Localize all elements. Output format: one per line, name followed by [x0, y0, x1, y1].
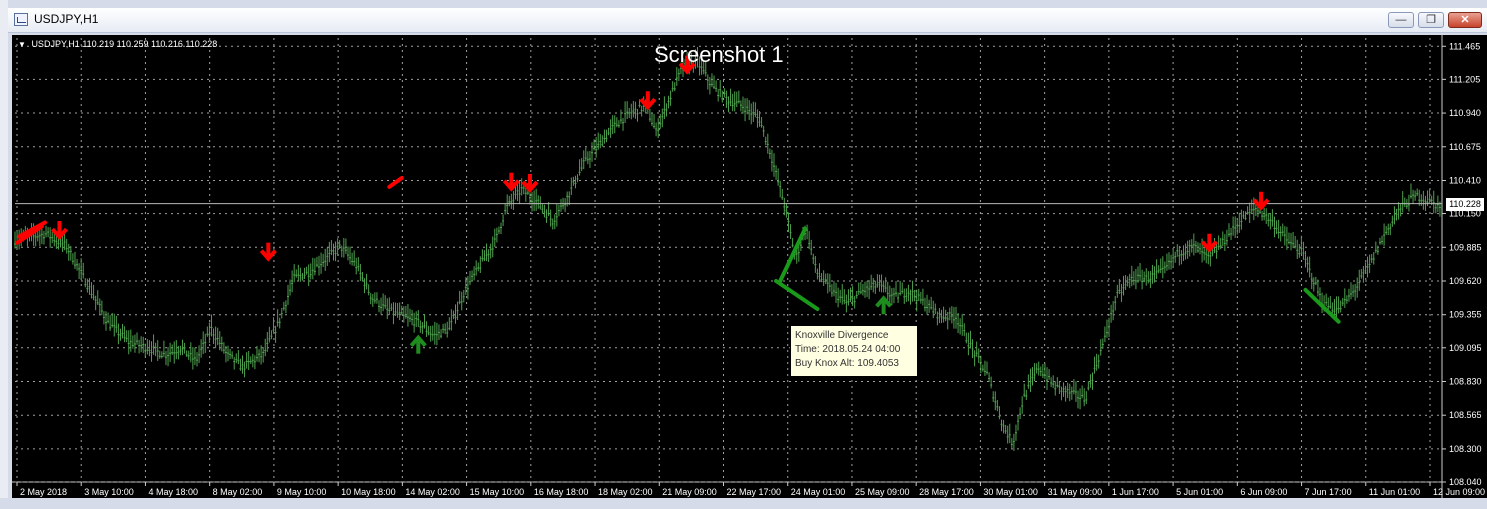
y-tick-label: 108.565 [1449, 410, 1482, 420]
x-tick-label: 8 May 02:00 [213, 487, 263, 497]
y-tick-label: 109.095 [1449, 343, 1482, 353]
x-tick-label: 12 Jun 09:00 [1433, 487, 1485, 497]
x-tick-label: 25 May 09:00 [855, 487, 910, 497]
collapse-triangle-icon[interactable]: ▼ [18, 40, 26, 49]
y-tick-label: 108.040 [1449, 477, 1482, 487]
sell-arrow-icon [639, 91, 657, 111]
buy-arrow-icon [409, 334, 427, 354]
x-tick-label: 9 May 10:00 [277, 487, 327, 497]
x-tick-label: 3 May 10:00 [84, 487, 134, 497]
x-tick-label: 28 May 17:00 [919, 487, 974, 497]
close-button[interactable]: ✕ [1448, 12, 1482, 28]
y-tick-label: 108.300 [1449, 444, 1482, 454]
divergence-line [774, 278, 820, 311]
y-tick-label: 110.410 [1449, 175, 1481, 185]
window-left-edge [0, 0, 8, 509]
x-tick-label: 18 May 02:00 [598, 487, 653, 497]
x-tick-label: 31 May 09:00 [1048, 487, 1103, 497]
y-tick-label: 110.675 [1449, 142, 1481, 152]
terminal-window: USDJPY,H1 — ❐ ✕ 111.465 111.205 110.940 110… [0, 0, 1487, 509]
y-tick-label: 110.940 [1449, 108, 1481, 118]
chart-ohlc: 110.219 110.259 110.216 110.228 [82, 39, 218, 49]
x-tick-label: 5 Jun 01:00 [1176, 487, 1223, 497]
sell-arrow-icon [502, 172, 520, 192]
divergence-tooltip: Knoxville Divergence Time: 2018.05.24 04… [790, 325, 918, 377]
status-bar [0, 498, 1487, 509]
divergence-line [778, 226, 808, 283]
x-tick-label: 1 Jun 17:00 [1112, 487, 1159, 497]
y-tick-label: 109.620 [1449, 276, 1482, 286]
x-tick-label: 10 May 18:00 [341, 487, 396, 497]
x-tick-label: 2 May 2018 [20, 487, 67, 497]
y-tick-label: 108.830 [1449, 376, 1482, 386]
x-tick-label: 30 May 01:00 [983, 487, 1038, 497]
tooltip-time: Time: 2018.05.24 04:00 [795, 344, 901, 355]
x-tick-label: 22 May 17:00 [727, 487, 782, 497]
restore-button[interactable]: ❐ [1418, 12, 1444, 28]
y-tick-label: 111.465 [1449, 41, 1480, 51]
chart-canvas[interactable]: 111.465111.205110.940110.675110.410110.1… [12, 35, 1487, 498]
sell-arrow-icon [521, 173, 539, 193]
y-tick-label: 109.355 [1449, 310, 1482, 320]
sell-signal-mark [387, 175, 404, 189]
x-tick-label: 21 May 09:00 [662, 487, 717, 497]
y-tick-label: 109.885 [1449, 242, 1482, 252]
x-tick-label: 7 Jun 17:00 [1305, 487, 1352, 497]
x-tick-label: 14 May 02:00 [405, 487, 460, 497]
x-tick-label: 6 Jun 09:00 [1240, 487, 1287, 497]
chart-symbol: USDJPY,H1 [31, 39, 80, 49]
screenshot-label: Screenshot 1 [654, 42, 784, 67]
x-tick-label: 24 May 01:00 [791, 487, 846, 497]
x-tick-label: 16 May 18:00 [534, 487, 589, 497]
chart-window-icon [14, 13, 28, 26]
chart-info-line: ▼ USDJPY,H1 110.219 110.259 110.216 110.… [18, 39, 217, 49]
minimize-button[interactable]: — [1388, 12, 1414, 28]
x-tick-label: 11 Jun 01:00 [1369, 487, 1420, 497]
x-tick-label: 15 May 10:00 [470, 487, 525, 497]
x-tick-label: 4 May 18:00 [148, 487, 198, 497]
tooltip-title: Knoxville Divergence [795, 330, 889, 341]
price-chart[interactable]: 111.465 111.205 110.940 110.675 110.410 110.1… [12, 35, 1487, 498]
tooltip-value: Buy Knox Alt: 109.4053 [795, 358, 899, 369]
current-price-tag: 110.228 [1446, 197, 1484, 211]
window-title: USDJPY,H1 [34, 12, 99, 26]
y-tick-label: 111.205 [1449, 74, 1480, 84]
chart-window-titlebar[interactable]: USDJPY,H1 — ❐ ✕ [8, 8, 1487, 33]
sell-arrow-icon [259, 242, 277, 262]
buy-arrow-icon [875, 295, 893, 315]
